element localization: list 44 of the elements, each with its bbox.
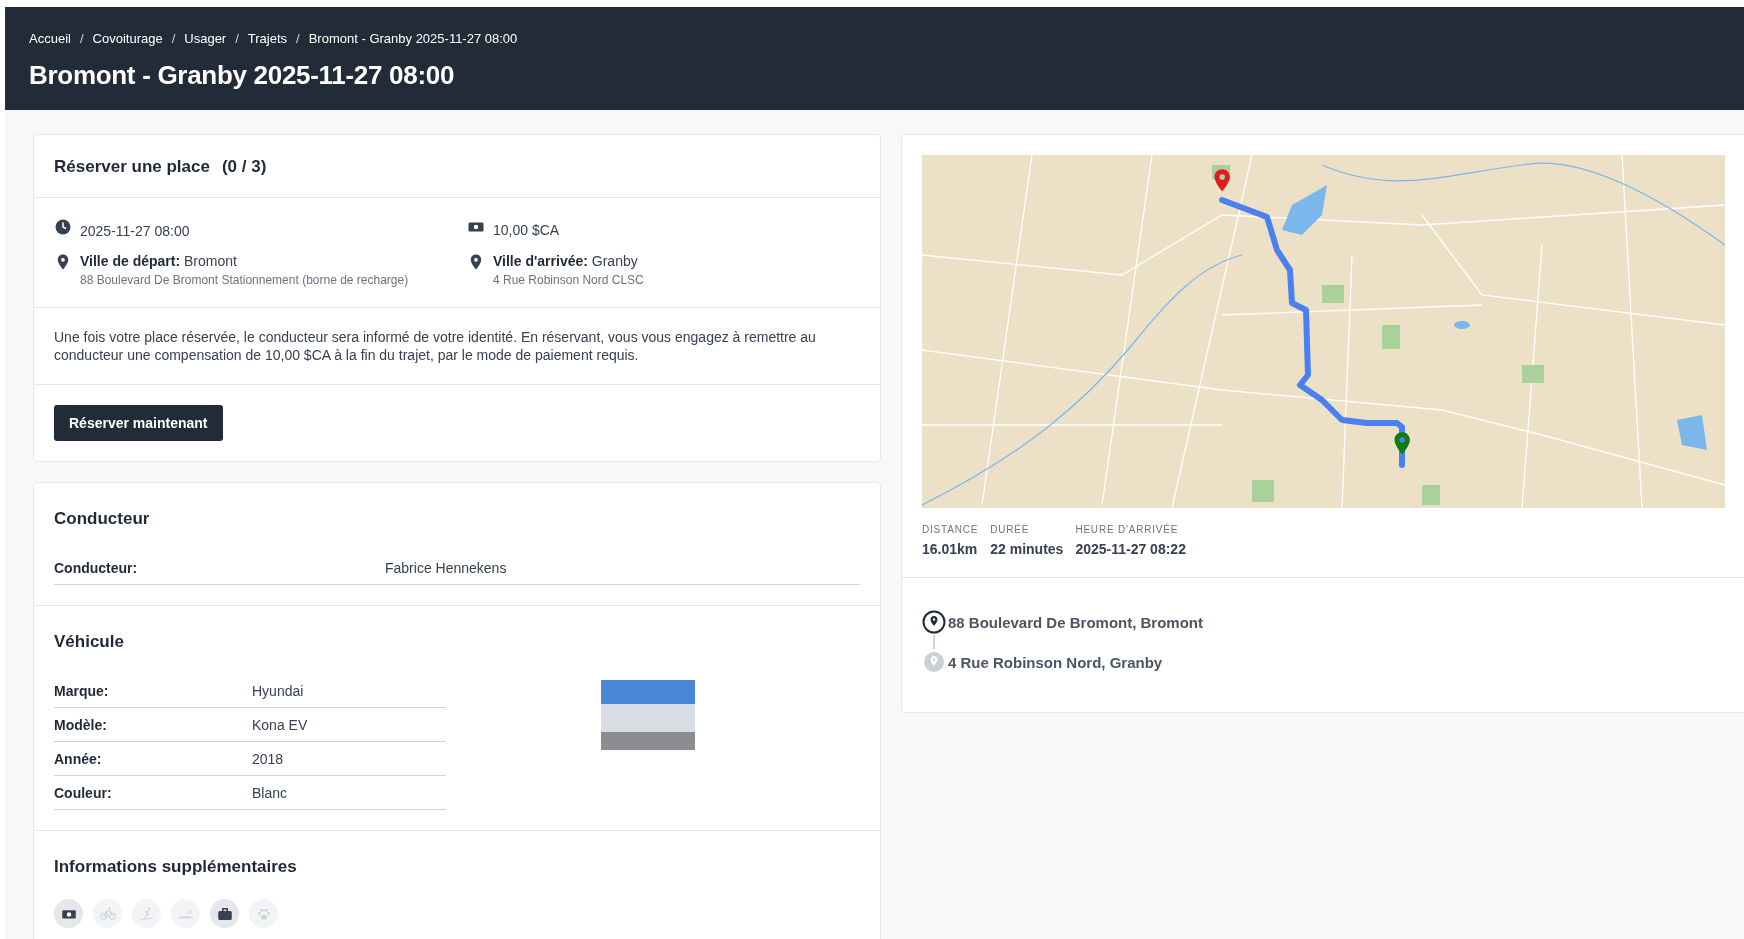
address-text: 4 Rue Robinson Nord CLSC: [493, 273, 644, 287]
stop-address: 88 Boulevard De Bromont, Bromont: [948, 613, 1204, 631]
field-value: 2018: [252, 741, 446, 776]
stat-label: DURÉE: [990, 524, 1031, 535]
field-label: Année:: [54, 741, 252, 776]
map-pin-icon: [922, 610, 946, 634]
address-text: 88 Boulevard De Bromont Stationnement (borne de recharge): [80, 273, 409, 287]
clock-icon: [54, 218, 72, 236]
breadcrumb-link[interactable]: Trajets: [247, 31, 288, 46]
page-title: Bromont - Granby 2025-11-27 08:00: [29, 60, 456, 91]
city-text: Ville d'arrivée: Granby: [493, 253, 639, 269]
stat-value: 22 minutes: [990, 541, 1064, 557]
breadcrumb-separator: /: [296, 31, 300, 46]
stat-label: DISTANCE: [922, 524, 979, 535]
field-value: Fabrice Hennekens: [385, 551, 860, 585]
card-title: Réserver une place: [54, 157, 210, 177]
stat-label: HEURE D'ARRIVÉE: [1075, 524, 1180, 535]
breadcrumb-separator: /: [171, 31, 176, 46]
section-title: Informations supplémentaires: [54, 857, 298, 877]
stat-value: 16.01km: [922, 541, 979, 557]
section-title: Conducteur: [54, 509, 151, 529]
field-label: Conducteur:: [54, 551, 385, 585]
field-value: Kona EV: [252, 707, 446, 742]
field-label: Modèle:: [54, 707, 252, 742]
city-text: Ville de départ: Bromont: [80, 253, 238, 269]
breadcrumb-link[interactable]: Bromont - Granby 2025-11-27 08:00: [308, 31, 518, 46]
trip-price: 10,00 $CA: [493, 222, 560, 238]
breadcrumb-separator: /: [79, 31, 84, 46]
breadcrumb-separator: /: [235, 31, 239, 46]
map-pin-icon: [922, 650, 946, 674]
breadcrumb-link[interactable]: Covoiturage: [92, 31, 163, 46]
stop-address: 4 Rue Robinson Nord, Granby: [948, 653, 1163, 671]
field-label: Marque:: [54, 674, 252, 708]
stat-value: 2025-11-27 08:22: [1075, 541, 1186, 557]
field-value: Blanc: [252, 775, 446, 810]
booking-notice: Une fois votre place réservée, le conducteur sera informé de votre identité. En réservant, vous vous engagez à remettre au conducteur une compensation de 10,00 $CA à la fin du trajet, par le mode de paiement requis.: [54, 328, 817, 364]
field-label: Couleur:: [54, 775, 252, 810]
book-now-button[interactable]: Réserver maintenant: [54, 405, 223, 441]
field-value: Hyundai: [252, 674, 446, 708]
seat-count: (0 / 3): [221, 157, 267, 177]
breadcrumb-link[interactable]: Usager: [184, 31, 227, 46]
breadcrumb-link[interactable]: Accueil: [29, 31, 71, 46]
section-title: Véhicule: [54, 632, 125, 652]
trip-datetime: 2025-11-27 08:00: [80, 223, 190, 239]
